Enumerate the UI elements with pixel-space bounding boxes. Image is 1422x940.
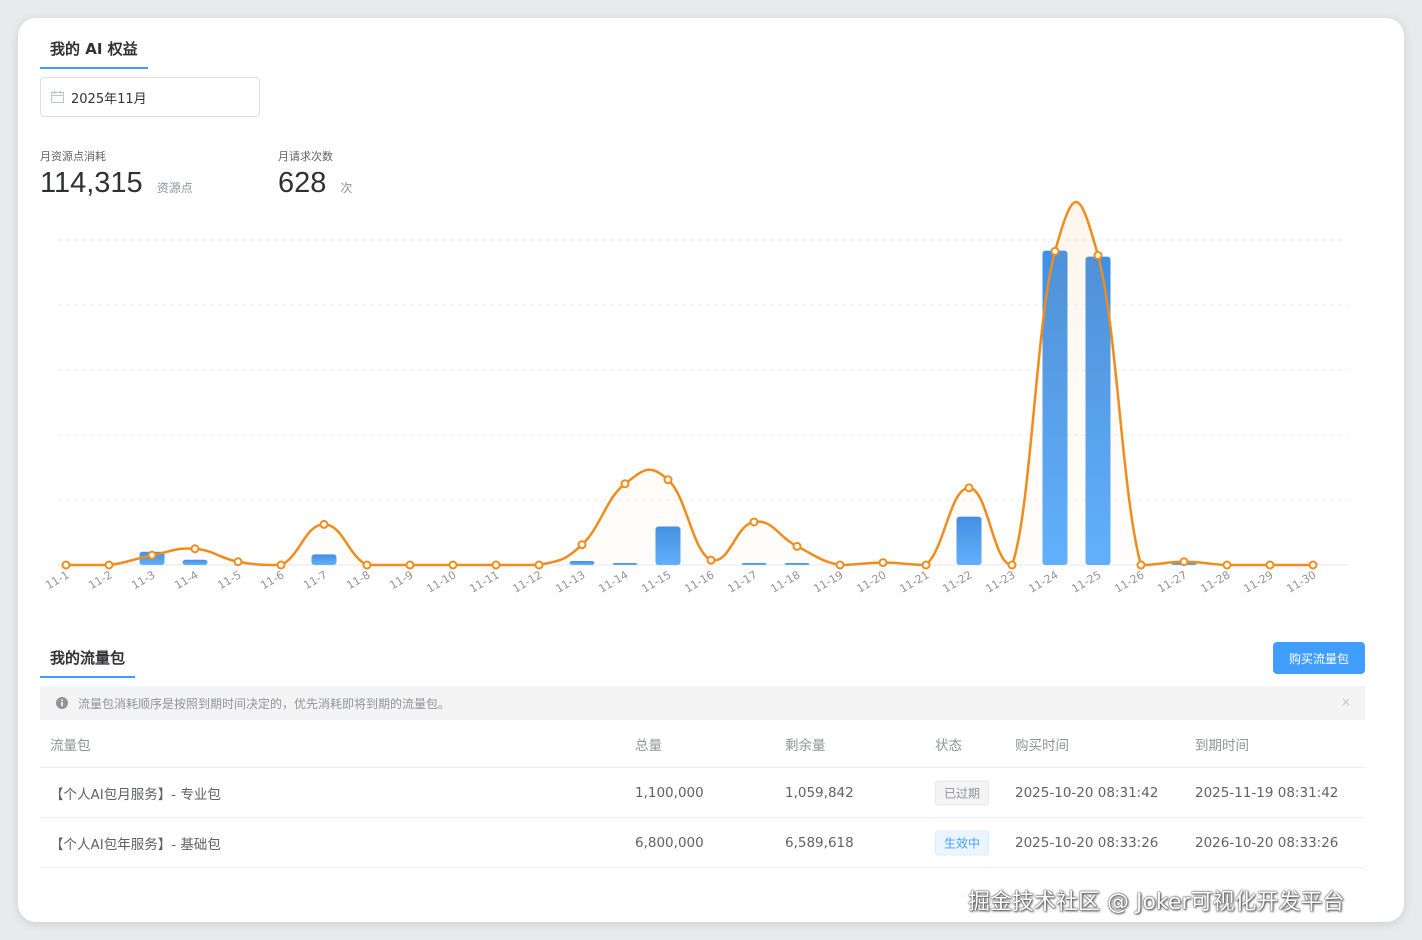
line-point-11-28 [1222,560,1232,570]
package-name: 【个人AI包年服务】- 基础包 [50,836,221,853]
package-remain: 6,589,618 [785,834,854,851]
x-tick-label: 11-4 [172,568,200,592]
status-badge: 已过期 [935,780,990,805]
x-tick-label: 11-27 [1155,568,1189,595]
notice-text: 流量包消耗顺序是按照到期时间决定的，优先消耗即将到期的流量包。 [78,696,451,711]
package-name: 【个人AI包月服务】- 专业包 [50,786,221,803]
line-point-11-13 [577,540,587,550]
x-tick-label: 11-30 [1284,568,1318,595]
x-tick-label: 11-12 [510,568,544,595]
line-point-11-19 [835,560,845,570]
col-expire-time: 到期时间 [1195,737,1249,754]
line-point-11-5 [233,557,243,567]
package-total: 1,100,000 [635,784,704,801]
consume-order-notice: 流量包消耗顺序是按照到期时间决定的，优先消耗即将到期的流量包。 × [40,686,1365,720]
x-tick-label: 11-18 [768,568,802,595]
x-tick-label: 11-20 [854,568,888,595]
x-tick-label: 11-6 [258,568,286,592]
line-point-11-8 [362,560,372,570]
x-tick-label: 11-8 [344,568,372,592]
x-tick-label: 11-9 [387,568,415,592]
x-tick-label: 11-25 [1069,568,1103,595]
col-buy-time: 购买时间 [1015,737,1069,754]
line-point-11-11 [491,560,501,570]
line-point-11-26 [1136,560,1146,570]
line-point-11-1 [61,560,71,570]
x-tick-label: 11-11 [467,568,501,595]
x-tick-label: 11-13 [553,568,587,595]
x-tick-label: 11-19 [811,568,845,595]
buy-package-button[interactable]: 购买流量包 [1273,642,1365,674]
table-row[interactable]: 【个人AI包月服务】- 专业包 1,100,000 1,059,842 已过期 … [40,768,1365,818]
packages-table: 流量包 总量 剩余量 状态 购买时间 到期时间 【个人AI包月服务】- 专业包 … [40,720,1365,868]
package-expire-time: 2026-10-20 08:33:26 [1195,834,1339,851]
x-tick-label: 11-29 [1241,568,1275,595]
col-status: 状态 [935,737,962,754]
x-tick-label: 11-21 [897,568,931,595]
line-point-11-6 [276,560,286,570]
line-point-11-20 [878,558,888,568]
line-point-11-15 [663,475,673,485]
x-tick-label: 11-7 [301,568,329,592]
col-remain: 剩余量 [785,737,826,754]
x-tick-label: 11-28 [1198,568,1232,595]
package-total: 6,800,000 [635,834,704,851]
line-point-11-22 [964,483,974,493]
package-buy-time: 2025-10-20 08:31:42 [1015,784,1159,801]
tab-my-packages[interactable]: 我的流量包 [40,647,136,678]
line-point-11-9 [405,560,415,570]
table-row[interactable]: 【个人AI包年服务】- 基础包 6,800,000 6,589,618 生效中 … [40,818,1365,868]
line-area [66,201,1313,566]
x-tick-label: 11-10 [424,568,458,595]
col-package: 流量包 [50,737,91,754]
status-badge: 生效中 [935,830,990,855]
line-point-11-12 [534,560,544,570]
line-point-11-16 [706,555,716,565]
x-tick-label: 11-1 [43,568,71,592]
x-tick-label: 11-2 [86,568,114,592]
package-expire-time: 2025-11-19 08:31:42 [1195,784,1339,801]
line-point-11-14 [620,479,630,489]
info-icon [56,697,68,709]
x-tick-label: 11-26 [1112,568,1146,595]
x-tick-label: 11-15 [639,568,673,595]
x-tick-label: 11-3 [129,568,157,592]
line-point-11-2 [104,560,114,570]
col-total: 总量 [635,737,662,754]
x-tick-label: 11-5 [215,568,243,592]
close-icon[interactable]: × [1341,695,1351,709]
line-point-11-18 [792,541,802,551]
x-tick-label: 11-23 [983,568,1017,595]
watermark: 掘金技术社区 @ Joker可视化开发平台 [968,890,1345,915]
line-point-11-29 [1265,560,1275,570]
line-point-11-7 [319,519,329,529]
x-tick-label: 11-14 [596,568,630,595]
line-point-11-3 [147,550,157,560]
line-point-11-4 [190,544,200,554]
x-tick-label: 11-24 [1026,568,1060,595]
table-header: 流量包 总量 剩余量 状态 购买时间 到期时间 [40,720,1365,768]
line-point-11-23 [1007,560,1017,570]
daily-usage-chart: 11-1 11-2 11-3 11-4 11-5 11-6 11-7 11-8 11-9 11-1… [43,200,1348,596]
package-remain: 1,059,842 [785,784,854,801]
line-point-11-21 [921,560,931,570]
line-point-11-25 [1093,250,1103,260]
line-point-11-10 [448,560,458,570]
ai-benefits-card: 我的 AI 权益 2025年11月 月资源点消耗 114,315 资源点 月请求… [18,18,1404,922]
line-point-11-27 [1179,557,1189,567]
x-tick-label: 11-17 [725,568,759,595]
package-buy-time: 2025-10-20 08:33:26 [1015,834,1159,851]
x-tick-label: 11-16 [682,568,716,595]
line-point-11-17 [749,517,759,527]
x-tick-label: 11-22 [940,568,974,595]
line-point-11-30 [1308,560,1318,570]
line-point-11-24 [1050,246,1060,256]
